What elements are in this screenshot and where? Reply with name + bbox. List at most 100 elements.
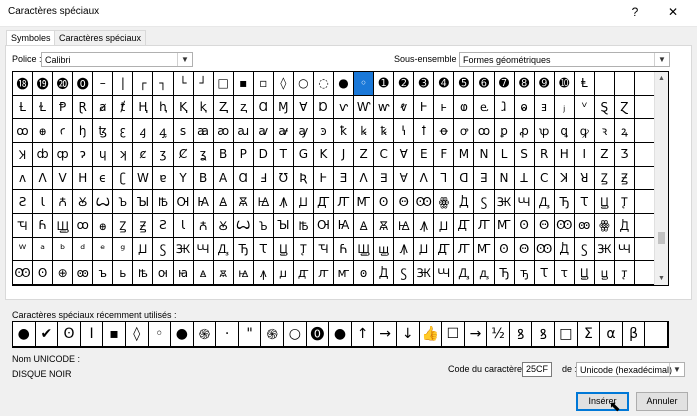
recent-symbol-cell[interactable]: ● — [329, 322, 352, 347]
symbol-cell[interactable]: ɐ — [153, 166, 174, 191]
symbol-cell[interactable]: ꜫ — [113, 119, 134, 143]
symbol-cell[interactable]: Ꚋ — [494, 261, 515, 285]
symbol-cell[interactable]: Ꙍ — [233, 213, 254, 238]
symbol-cell[interactable]: ꝙ — [574, 119, 595, 143]
symbol-cell[interactable]: Ꙣ — [434, 237, 455, 262]
symbol-cell[interactable]: ⓲ — [13, 72, 34, 96]
symbol-cell[interactable]: T — [273, 142, 294, 167]
symbol-cell[interactable]: ➑ — [514, 72, 535, 96]
symbol-cell[interactable]: Ꙭ — [414, 190, 435, 214]
symbol-cell[interactable]: Ʞ — [13, 142, 34, 167]
recent-symbol-cell[interactable]: ꝸ — [532, 322, 556, 347]
symbol-cell[interactable]: ┐ — [153, 72, 174, 96]
symbol-cell[interactable]: Ⱡ — [574, 72, 595, 96]
symbol-cell[interactable]: ᵇ — [53, 237, 74, 262]
symbol-cell[interactable]: D — [253, 142, 274, 167]
symbol-cell[interactable]: Ꙍ — [93, 190, 114, 214]
symbol-cell[interactable]: └ — [173, 72, 194, 96]
symbol-cell[interactable]: Ꙏ — [113, 190, 134, 214]
symbol-cell[interactable]: Ꚃ — [574, 237, 595, 262]
symbol-cell[interactable]: Y — [173, 166, 194, 191]
symbol-cell[interactable]: | — [113, 72, 134, 96]
symbol-cell[interactable]: ꙡ — [273, 261, 294, 285]
symbol-cell[interactable]: ⱴ — [394, 95, 415, 120]
symbol-cell[interactable]: ꓷ — [454, 166, 475, 191]
symbol-cell[interactable]: Ⱶ — [313, 166, 334, 191]
cancel-button[interactable]: Annuler — [636, 392, 688, 411]
symbol-cell[interactable]: Ꚍ — [574, 190, 595, 214]
symbol-cell[interactable]: ꚑ — [614, 261, 635, 285]
symbol-cell[interactable]: ꜧ — [73, 119, 94, 143]
symbol-cell[interactable]: Ɱ — [273, 95, 294, 120]
scroll-down-icon[interactable]: ▼ — [655, 272, 668, 285]
recent-symbol-cell[interactable]: · — [216, 322, 239, 347]
symbol-cell[interactable]: Ꙡ — [434, 213, 455, 238]
symbol-cell[interactable]: ᵂ — [13, 237, 34, 262]
recent-symbol-cell[interactable]: ֍ — [193, 322, 217, 347]
symbol-cell[interactable]: ꚍ — [554, 261, 575, 285]
symbol-cell[interactable]: Ꙡ — [414, 237, 435, 262]
symbol-cell[interactable]: ꜥ — [53, 119, 74, 143]
symbol-cell[interactable]: ꓥ — [414, 166, 435, 191]
symbol-cell[interactable]: ꝃ — [354, 119, 375, 143]
insert-button[interactable]: Insérer — [576, 392, 629, 411]
symbol-cell[interactable]: Ꙛ — [233, 190, 254, 214]
recent-symbol-cell[interactable]: Ⅰ — [80, 322, 104, 347]
symbol-cell[interactable] — [634, 213, 655, 238]
tab-caracteres-speciaux[interactable]: Caractères spéciaux — [54, 30, 147, 45]
symbol-cell[interactable]: Ꙧ — [354, 190, 375, 214]
symbol-cell[interactable]: ⱼ — [554, 95, 575, 120]
symbol-cell[interactable]: ○ — [293, 72, 314, 96]
symbol-cell[interactable]: ꓶ — [434, 166, 455, 191]
symbol-cell[interactable]: Ꙙ — [213, 190, 234, 214]
symbol-cell[interactable]: ꚛ — [93, 213, 114, 238]
symbol-cell[interactable]: ꚋ — [514, 261, 535, 285]
symbol-cell[interactable]: Ɽ — [73, 95, 94, 120]
symbol-cell[interactable]: ⱶ — [434, 95, 455, 120]
symbol-cell[interactable]: Ʊ — [273, 166, 294, 191]
symbol-cell[interactable]: ꓘ — [554, 166, 575, 191]
recent-symbol-cell[interactable]: ✔ — [35, 322, 59, 347]
symbol-cell[interactable]: ꓯ — [394, 166, 415, 191]
symbol-cell[interactable]: Ꙫ — [534, 213, 555, 238]
symbol-cell[interactable]: ⊕ — [53, 261, 74, 285]
symbol-cell[interactable]: ▫ — [253, 72, 274, 96]
symbol-cell[interactable]: ᵍ — [113, 237, 134, 262]
symbol-cell[interactable]: Ꚇ — [514, 190, 535, 214]
recent-symbol-cell[interactable]: ↑ — [351, 322, 375, 347]
symbol-cell[interactable]: ꚙ — [13, 119, 34, 143]
symbol-cell[interactable]: Ꚅ — [414, 261, 435, 285]
symbol-cell[interactable]: Ꚏ — [594, 190, 615, 214]
symbol-cell[interactable]: Ɀ — [614, 95, 635, 120]
symbol-cell[interactable]: ꙮ — [434, 190, 455, 214]
symbol-cell[interactable]: Ꙧ — [474, 237, 495, 262]
symbol-cell[interactable]: Ʒ — [614, 142, 635, 167]
symbol-cell[interactable]: Ꙣ — [313, 190, 334, 214]
symbol-cell[interactable]: Ꙏ — [253, 213, 274, 238]
symbol-cell[interactable]: ꙟ — [253, 261, 274, 285]
symbol-cell[interactable]: C — [374, 142, 395, 167]
symbol-cell[interactable]: J — [334, 142, 355, 167]
symbol-cell[interactable]: Ꙁ — [594, 166, 615, 191]
scroll-up-icon[interactable]: ▲ — [655, 72, 668, 85]
symbol-cell[interactable]: Ꙟ — [414, 213, 435, 238]
symbol-cell[interactable]: Ȿ — [594, 95, 615, 120]
symbol-cell[interactable]: Ꙋ — [213, 213, 234, 238]
symbol-cell[interactable]: ⱻ — [534, 95, 555, 120]
symbol-cell[interactable]: ꝑ — [494, 119, 515, 143]
scroll-thumb[interactable] — [658, 232, 665, 244]
symbol-cell[interactable]: ꙓ — [133, 261, 154, 285]
symbol-cell[interactable]: Ꙓ — [153, 190, 174, 214]
symbol-cell[interactable]: ꜷ — [233, 119, 254, 143]
recent-symbol-cell[interactable]: " — [238, 322, 262, 347]
symbol-cell[interactable]: Ꚁ — [614, 213, 635, 238]
symbol-cell[interactable]: Ꚉ — [213, 237, 234, 262]
symbol-cell[interactable]: S — [514, 142, 535, 167]
symbol-cell[interactable]: ꓱ — [474, 166, 495, 191]
symbol-cell[interactable]: Ꚏ — [273, 237, 294, 262]
symbol-cell[interactable]: ꙥ — [313, 261, 334, 285]
symbol-cell[interactable]: ● — [334, 72, 355, 96]
symbol-cell[interactable]: Ⱳ — [354, 95, 375, 120]
symbol-cell[interactable]: ⓴ — [53, 72, 74, 96]
symbol-cell[interactable]: Ꙫ — [514, 237, 535, 262]
